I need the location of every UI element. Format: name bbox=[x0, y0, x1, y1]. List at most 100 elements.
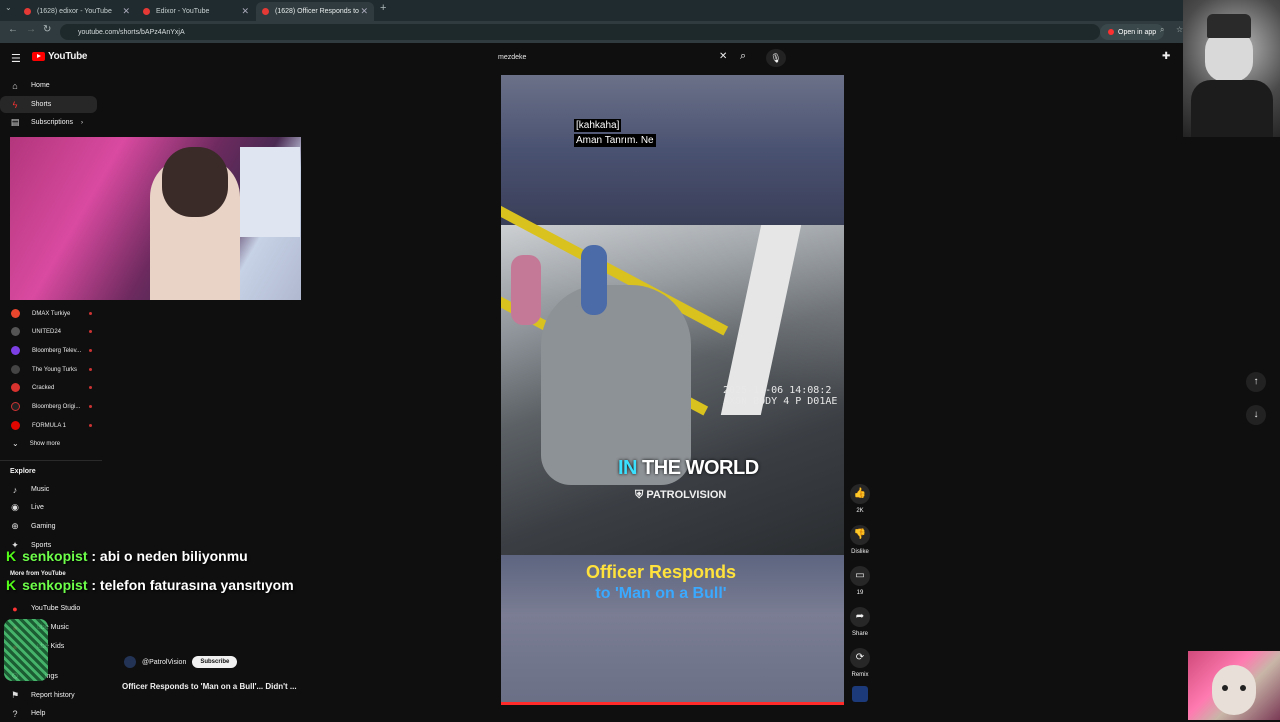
channel-name: Bloomberg Telev... bbox=[32, 347, 82, 354]
subscription-formula1[interactable]: FORMULA 1 bbox=[0, 417, 97, 434]
channel-avatar[interactable] bbox=[124, 656, 136, 668]
channel-avatar bbox=[11, 402, 20, 411]
voice-search-icon[interactable]: 🎙 bbox=[766, 49, 786, 67]
channel-name: Cracked bbox=[32, 384, 55, 391]
sidebar-item-youtube-studio[interactable]: ● YouTube Studio bbox=[0, 600, 97, 617]
channel-avatar bbox=[11, 327, 20, 336]
music-icon: ♪ bbox=[12, 484, 18, 495]
tab-label: (1628) Officer Responds to bbox=[275, 8, 359, 15]
like-button[interactable]: 👍 2K bbox=[848, 484, 872, 514]
search-input[interactable]: mezdeke bbox=[494, 48, 738, 66]
subscription-cracked[interactable]: Cracked bbox=[0, 379, 97, 396]
sidebar-label: Home bbox=[31, 82, 50, 89]
chevron-down-icon: ⌄ bbox=[12, 439, 19, 448]
video-title[interactable]: Officer Responds to 'Man on a Bull'... D… bbox=[122, 682, 297, 691]
like-count: 2K bbox=[856, 508, 864, 514]
subscribe-button[interactable]: Subscribe bbox=[192, 656, 238, 668]
new-tab-icon[interactable]: + bbox=[380, 2, 386, 14]
browser-tab-3[interactable]: (1628) Officer Responds to ✕ bbox=[256, 2, 374, 21]
sidebar-divider bbox=[0, 460, 102, 461]
sidebar-item-gaming[interactable]: ⊕ Gaming bbox=[0, 518, 97, 535]
overlay-highlight: IN bbox=[618, 457, 638, 479]
live-dot bbox=[89, 349, 92, 352]
remix-icon: ⟳ bbox=[850, 648, 870, 668]
browser-tab-2[interactable]: Edixor - YouTube ✕ bbox=[137, 2, 255, 21]
back-icon[interactable]: ← bbox=[8, 24, 18, 35]
shorts-video-player[interactable]: 2025-11-06 14:08:2 AXON BODY 4 P D01AE [… bbox=[501, 75, 844, 705]
search-icon[interactable]: ⌕ bbox=[740, 50, 746, 63]
reload-icon[interactable]: ↻ bbox=[43, 24, 51, 35]
sidebar-label: Report history bbox=[31, 692, 75, 699]
remix-label: Remix bbox=[851, 672, 869, 678]
sidebar-item-report-history[interactable]: ⚑ Report history bbox=[0, 687, 97, 704]
subscription-united24[interactable]: UNITED24 bbox=[0, 323, 97, 340]
forward-icon[interactable]: → bbox=[26, 24, 36, 35]
create-icon[interactable]: ✚ bbox=[1162, 51, 1170, 62]
tab-list-icon[interactable]: ⌄ bbox=[5, 3, 12, 12]
subscription-bloomberg-originals[interactable]: Bloomberg Origi... bbox=[0, 398, 97, 415]
sidebar-label: Gaming bbox=[31, 523, 56, 530]
dislike-label: Dislike bbox=[851, 549, 869, 555]
subscription-bloomberg-tv[interactable]: Bloomberg Telev... bbox=[0, 342, 97, 359]
open-in-app-button[interactable]: Open in app bbox=[1100, 24, 1165, 40]
show-more-label: Show more bbox=[29, 440, 61, 447]
dislike-button[interactable]: 👎 Dislike bbox=[848, 525, 872, 555]
camera-id-line: AXON BODY 4 P D01AE bbox=[723, 396, 838, 407]
channel-name: FORMULA 1 bbox=[32, 422, 67, 429]
gaming-icon: ⊕ bbox=[11, 521, 19, 531]
close-tab-icon[interactable]: ✕ bbox=[122, 6, 130, 17]
chat-message: Ksenkopist : abi o neden biliyonmu bbox=[6, 548, 248, 564]
sidebar-item-subscriptions[interactable]: ▤ Subscriptions › bbox=[0, 114, 97, 131]
video-top-blur bbox=[501, 75, 844, 225]
zoom-search-icon[interactable]: ⌕ bbox=[1160, 25, 1164, 35]
sound-thumbnail[interactable] bbox=[852, 686, 868, 702]
youtube-logo[interactable]: YouTube bbox=[32, 51, 88, 62]
overlay-caption: IN THE WORLD bbox=[618, 457, 759, 480]
chat-username: senkopist bbox=[22, 577, 88, 593]
channel-name: Bloomberg Origi... bbox=[32, 403, 81, 410]
subscriptions-chevron-icon: › bbox=[81, 119, 84, 126]
show-more-button[interactable]: ⌄ Show more bbox=[0, 435, 97, 452]
chat-text: : abi o neden biliyonmu bbox=[91, 548, 248, 564]
browser-tab-1[interactable]: (1628) edixor - YouTube ✕ bbox=[18, 2, 136, 21]
live-dot bbox=[89, 386, 92, 389]
historical-photo-overlay bbox=[1183, 0, 1280, 137]
close-tab-icon[interactable]: ✕ bbox=[360, 6, 368, 17]
comments-button[interactable]: ▭ 19 bbox=[848, 566, 872, 596]
sidebar-item-live[interactable]: ◉ Live bbox=[0, 499, 97, 516]
channel-avatar bbox=[11, 365, 20, 374]
video-progress-bar[interactable] bbox=[501, 702, 844, 705]
subscription-dmax[interactable]: DMAX Turkiye bbox=[0, 305, 97, 322]
channel-handle[interactable]: @PatrolVision bbox=[142, 659, 186, 666]
cat-eye bbox=[1240, 685, 1246, 691]
sidebar-label: Subscriptions bbox=[31, 119, 74, 126]
chat-username: senkopist bbox=[22, 548, 88, 564]
subtitle-line: [kahkaha] bbox=[574, 119, 622, 132]
sidebar-label: Shorts bbox=[31, 101, 52, 108]
sidebar-item-home[interactable]: ⌂ Home bbox=[0, 77, 97, 94]
share-label: Share bbox=[851, 631, 868, 637]
youtube-play-icon bbox=[32, 52, 45, 61]
url-field[interactable]: youtube.com/shorts/bAPz4AnYxjA bbox=[60, 24, 1100, 40]
previous-short-button[interactable]: ↑ bbox=[1246, 372, 1266, 392]
close-tab-icon[interactable]: ✕ bbox=[241, 6, 249, 17]
sidebar-item-help[interactable]: ? Help bbox=[0, 705, 97, 722]
clear-search-icon[interactable]: ✕ bbox=[719, 51, 727, 62]
live-icon: ◉ bbox=[11, 502, 19, 512]
video-frame: 2025-11-06 14:08:2 AXON BODY 4 P D01AE bbox=[501, 204, 844, 555]
hamburger-menu-icon[interactable]: ☰ bbox=[11, 52, 21, 65]
next-short-button[interactable]: ↓ bbox=[1246, 405, 1266, 425]
subscription-young-turks[interactable]: The Young Turks bbox=[0, 361, 97, 378]
jar-sticker bbox=[4, 619, 48, 681]
sidebar-item-shorts[interactable]: ϟ Shorts bbox=[0, 96, 97, 113]
url-text: youtube.com/shorts/bAPz4AnYxjA bbox=[78, 28, 185, 36]
search-value: mezdeke bbox=[498, 53, 527, 61]
sidebar-item-music[interactable]: ♪ Music bbox=[0, 481, 97, 498]
remix-button[interactable]: ⟳ Remix bbox=[848, 648, 872, 678]
open-in-app-label: Open in app bbox=[1118, 28, 1157, 36]
share-icon: ➦ bbox=[850, 607, 870, 627]
browser-tab-bar: ⌄ (1628) edixor - YouTube ✕ Edixor - You… bbox=[0, 0, 1280, 21]
cat-eye bbox=[1222, 685, 1228, 691]
cat-figure bbox=[1212, 665, 1256, 715]
share-button[interactable]: ➦ Share bbox=[848, 607, 872, 637]
